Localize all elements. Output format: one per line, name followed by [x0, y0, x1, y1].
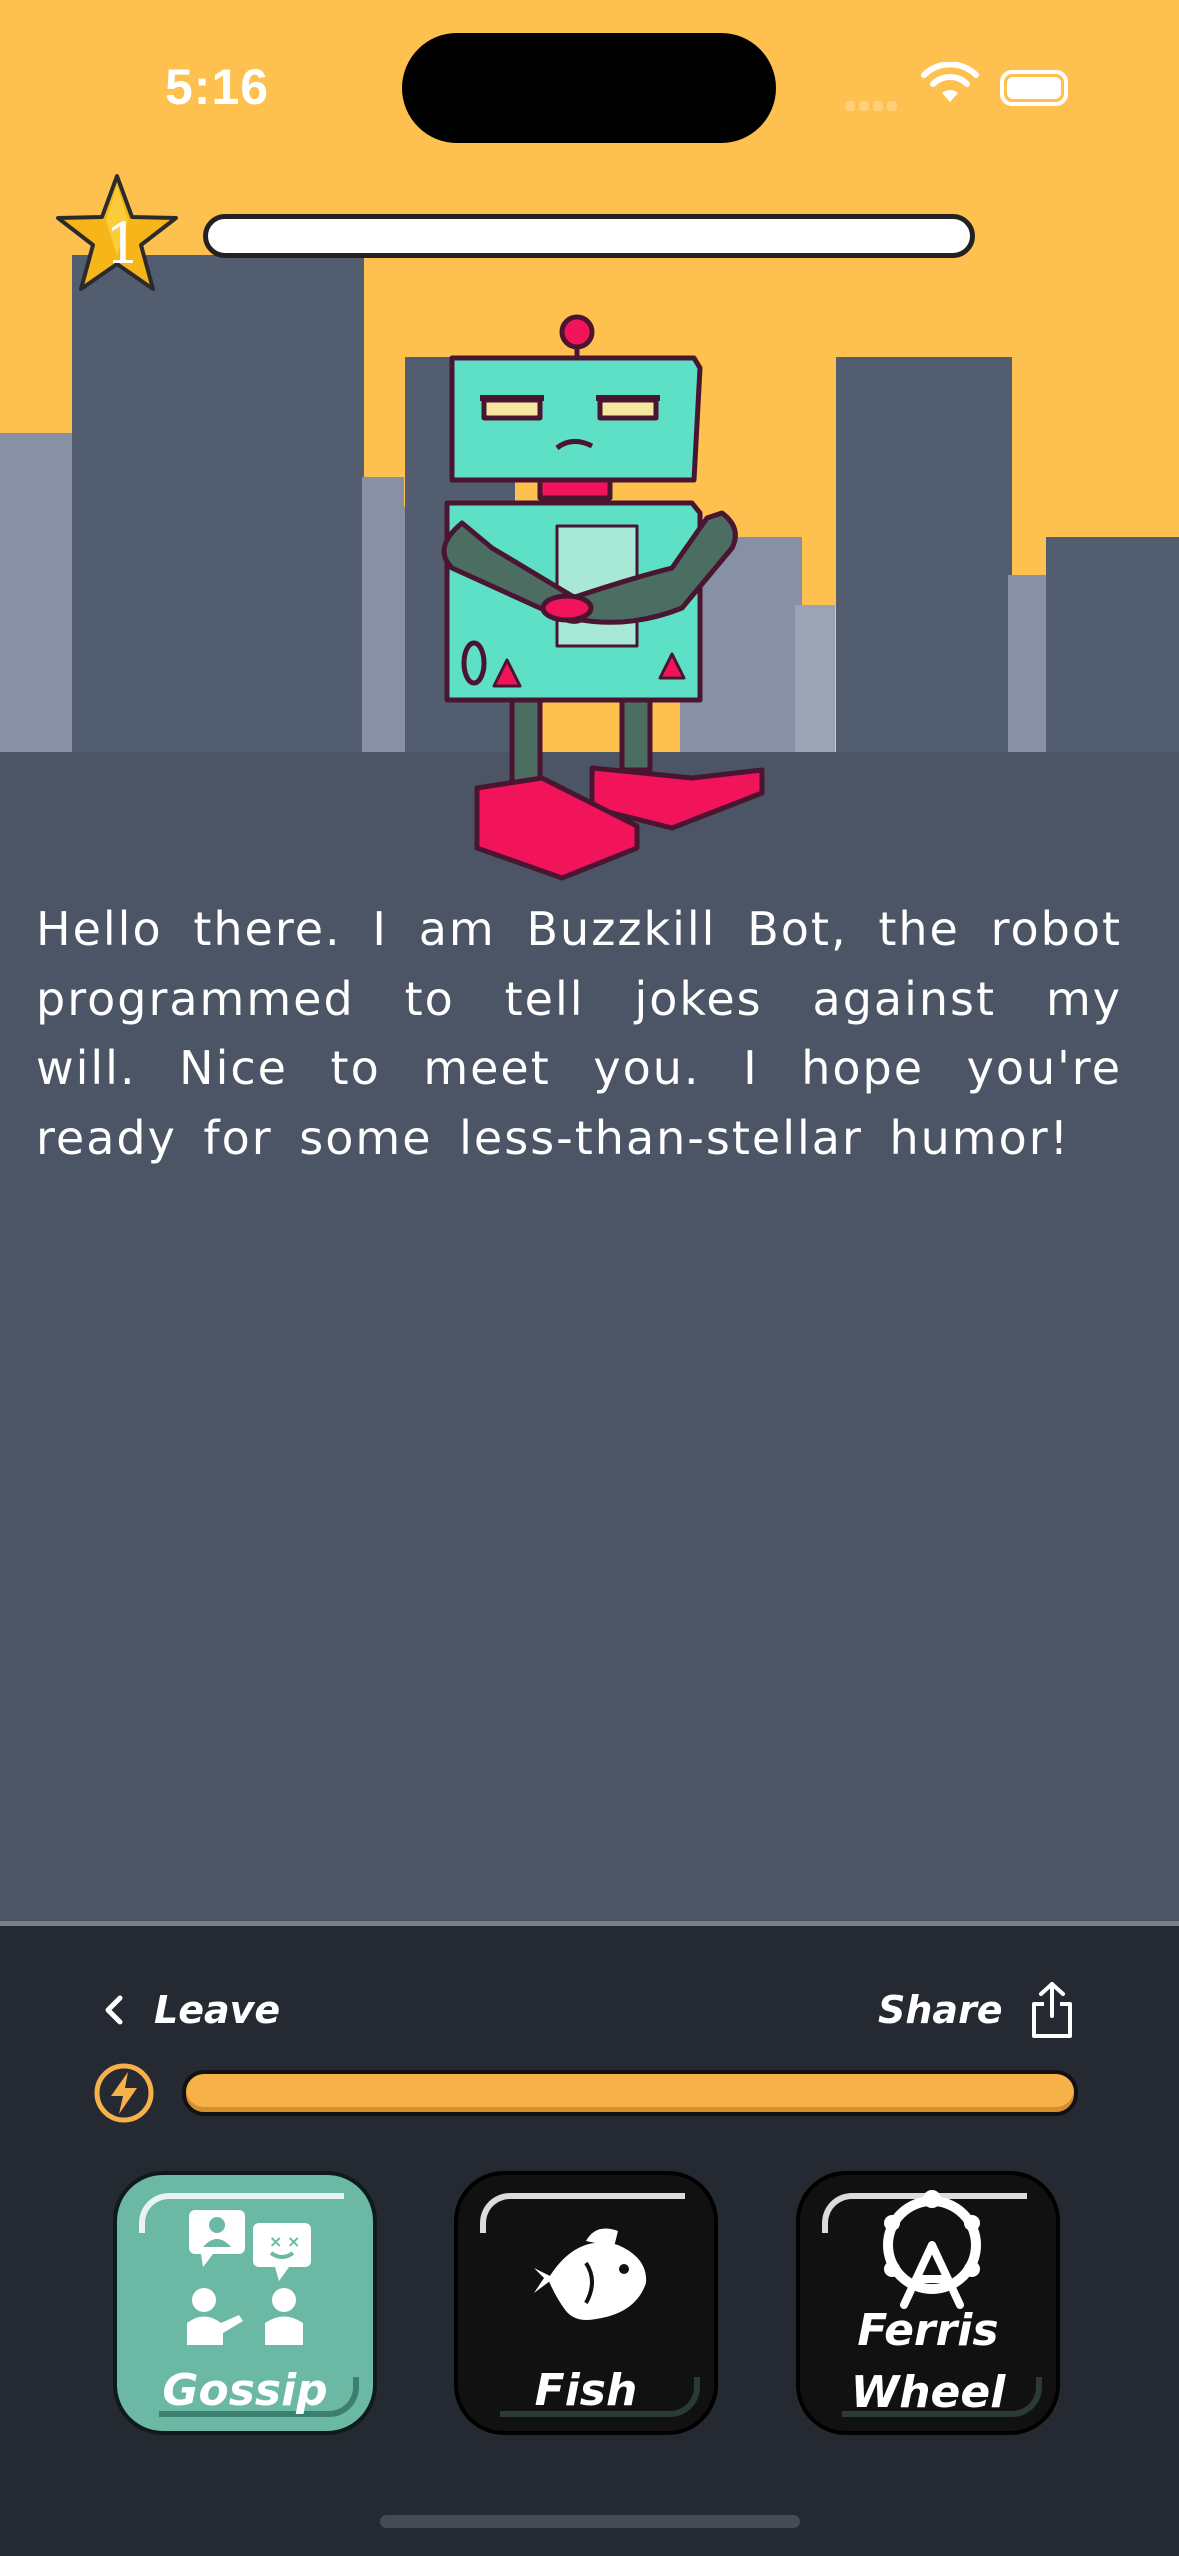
ferris-label-line1: Ferris: [857, 2305, 999, 2356]
home-indicator: [380, 2515, 800, 2528]
lightning-icon: [94, 2063, 154, 2123]
leave-label: Leave: [154, 1988, 281, 2032]
wifi-icon: [921, 62, 979, 102]
building: [836, 357, 1012, 755]
fish-icon: [534, 2228, 647, 2320]
leave-button[interactable]: Leave: [100, 1975, 280, 2045]
building: [1008, 575, 1048, 755]
energy-bar: [182, 2070, 1078, 2116]
building: [72, 255, 364, 755]
gossip-people-icon: × ×: [187, 2210, 311, 2345]
ferris-label-line2: Wheel: [850, 2367, 1006, 2418]
ferris-wheel-icon: [883, 2190, 981, 2309]
status-time: 5:16: [165, 59, 270, 115]
building: [1046, 537, 1179, 755]
share-icon: [1031, 1982, 1072, 2038]
fish-activity-button[interactable]: Fish: [454, 2171, 718, 2435]
gossip-activity-button[interactable]: × × Gossip: [113, 2171, 377, 2435]
share-button[interactable]: Share: [878, 1975, 1075, 2045]
svg-text:×: ×: [269, 2232, 282, 2251]
robot-message: Hello there. I am Buzzkill Bot, the robo…: [36, 902, 1122, 1165]
ferris-wheel-activity-button[interactable]: Ferris Wheel: [796, 2171, 1060, 2435]
share-label: Share: [878, 1988, 1003, 2032]
building: [0, 433, 80, 755]
xp-progress-bar: [203, 214, 975, 258]
svg-text:×: ×: [287, 2232, 300, 2251]
fish-label: Fish: [534, 2365, 638, 2416]
chevron-left-icon: [105, 1995, 123, 2025]
cellular-signal-icon: [845, 96, 901, 115]
dynamic-island: [402, 33, 776, 143]
battery-icon: [1000, 70, 1068, 106]
building: [795, 605, 835, 755]
robot-illustration: [441, 314, 765, 881]
gossip-label: Gossip: [162, 2365, 328, 2416]
level-number: 1: [105, 212, 141, 277]
